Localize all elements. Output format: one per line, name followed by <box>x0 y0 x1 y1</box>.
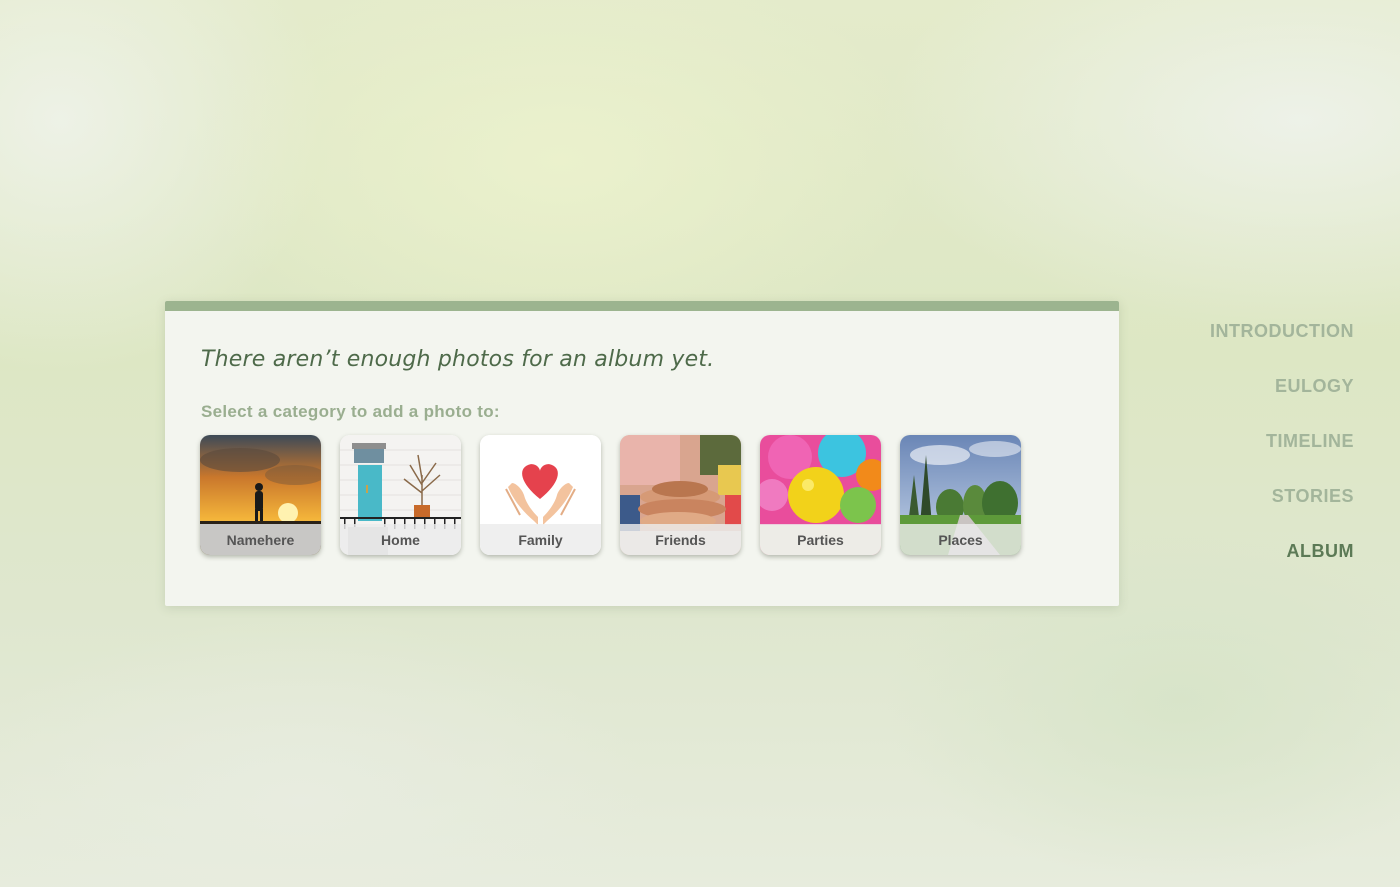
category-label: Namehere <box>200 524 321 555</box>
category-home[interactable]: Home <box>340 435 461 555</box>
category-namehere[interactable]: Namehere <box>200 435 321 555</box>
category-prompt: Select a category to add a photo to: <box>201 402 500 421</box>
category-parties[interactable]: Parties <box>760 435 881 555</box>
album-panel: There aren’t enough photos for an album … <box>165 301 1119 606</box>
empty-album-message: There aren’t enough photos for an album … <box>201 347 715 372</box>
category-friends[interactable]: Friends <box>620 435 741 555</box>
section-nav: INTRODUCTION EULOGY TIMELINE STORIES ALB… <box>1210 320 1354 595</box>
nav-timeline[interactable]: TIMELINE <box>1210 430 1354 485</box>
nav-introduction[interactable]: INTRODUCTION <box>1210 320 1354 375</box>
nav-stories[interactable]: STORIES <box>1210 485 1354 540</box>
nav-eulogy[interactable]: EULOGY <box>1210 375 1354 430</box>
category-places[interactable]: Places <box>900 435 1021 555</box>
category-label: Friends <box>620 524 741 555</box>
category-label: Places <box>900 524 1021 555</box>
category-family[interactable]: Family <box>480 435 601 555</box>
category-label: Parties <box>760 524 881 555</box>
nav-album[interactable]: ALBUM <box>1210 540 1354 595</box>
panel-accent-bar <box>165 301 1119 311</box>
category-label: Home <box>340 524 461 555</box>
category-label: Family <box>480 524 601 555</box>
category-list: Namehere Home Family Friends Parties Pla… <box>200 435 1021 555</box>
